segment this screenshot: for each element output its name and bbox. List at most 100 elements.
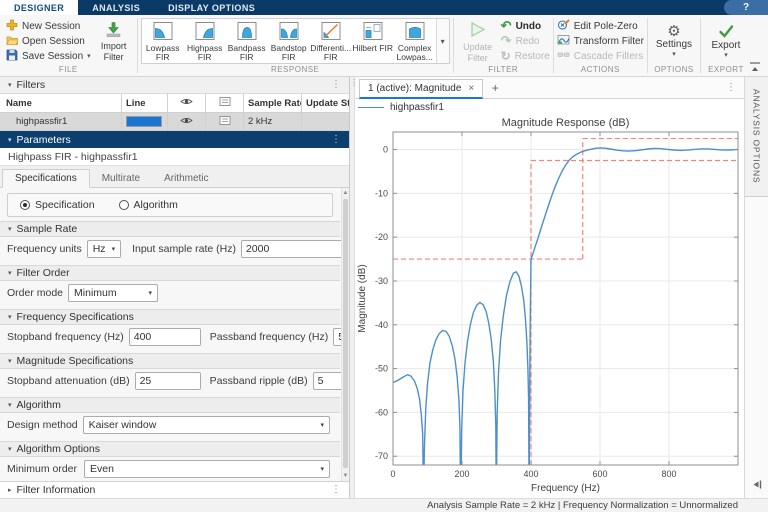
response-complex-button[interactable]: Complex Lowpas... [394,19,436,63]
stopband-frequency-label: Stopband frequency (Hz) [7,331,124,343]
response-bandpass-button[interactable]: Bandpass FIR [226,19,268,63]
export-group: Export ▾ EXPORT [701,15,751,76]
filter-line-cell[interactable] [122,113,168,130]
transform-filter-button[interactable]: Transform Filter [557,34,644,49]
eye-icon[interactable] [180,116,193,128]
response-hilbert-button[interactable]: Hilbert FIR [352,19,394,63]
response-lowpass-button[interactable]: Lowpass FIR [142,19,184,63]
toolstrip-tabbar: DESIGNER ANALYSIS DISPLAY OPTIONS ? [0,0,768,15]
frequency-specs-section-header[interactable]: ▾ Frequency Specifications [0,309,340,325]
settings-button[interactable]: ⚙ Settings ▾ [651,24,697,58]
lowpass-response-icon [153,21,173,44]
parameters-panel-header[interactable]: ▾ Parameters ⋮ [0,131,349,148]
filter-specmask-cell[interactable] [206,113,244,130]
filter-order-section-header[interactable]: ▾ Filter Order [0,265,340,281]
bandpass-response-icon [237,21,257,44]
import-filter-button[interactable]: Import Filter [94,21,134,62]
magnitude-specs-section-header[interactable]: ▾ Magnitude Specifications [0,353,340,369]
collapse-triangle-icon: ▾ [8,446,12,453]
filter-row-highpassfir1[interactable]: highpassfir1 2 kHz [0,113,349,131]
open-session-button[interactable]: Open Session [3,34,94,49]
close-tab-icon[interactable]: × [468,83,474,94]
left-panel: ▾ Filters ⋮ Name Line Sample Rate Update… [0,77,350,498]
magnitude-figure-tab[interactable]: 1 (active): Magnitude × [359,79,484,99]
design-method-dropdown[interactable]: Kaiser window ▾ [82,416,330,434]
response-gallery: Lowpass FIR Highpass FIR Bandpass FIR Bandstop… [140,18,450,64]
input-sample-rate-label: Input sample rate (Hz) [132,243,236,255]
minimum-order-dropdown[interactable]: Even ▾ [84,460,330,478]
tab-multirate[interactable]: Multirate [90,170,152,187]
edit-pole-zero-label: Edit Pole-Zero [573,20,638,32]
help-icon: ? [742,2,750,13]
restore-button[interactable]: ↻ Restore [501,49,550,64]
scrollbar-thumb[interactable] [343,199,348,468]
passband-ripple-label: Passband ripple (dB) [209,375,308,387]
collapse-triangle-icon: ▾ [8,358,12,365]
update-filter-label2: Filter [467,52,488,63]
filter-information-menu-icon[interactable]: ⋮ [331,485,341,495]
tab-analysis[interactable]: ANALYSIS [78,0,154,15]
algorithm-row: Design method Kaiser window ▾ [0,413,340,437]
sample-rate-section-header[interactable]: ▾ Sample Rate [0,221,340,237]
export-button[interactable]: Export ▾ [704,24,748,59]
algorithm-section-header[interactable]: ▾ Algorithm [0,397,340,413]
response-differentiator-button[interactable]: Differenti... FIR [310,19,352,63]
scroll-down-icon[interactable]: ▼ [342,473,349,479]
column-visibility [168,94,206,113]
cascade-filters-button[interactable]: Cascade Filters [557,49,644,64]
stopband-attenuation-field[interactable] [134,372,201,390]
filter-information-header[interactable]: ▸ Filter Information ⋮ [0,481,349,498]
parameters-menu-icon[interactable]: ⋮ [331,134,341,145]
restore-icon: ↻ [500,49,511,63]
stopband-frequency-field[interactable] [128,328,201,346]
spec-mask-icon[interactable] [219,115,231,129]
transform-filter-label: Transform Filter [573,35,644,47]
frequency-units-dropdown[interactable]: Hz ▾ [86,240,122,258]
expand-panel-button[interactable] [745,477,768,495]
tab-specifications[interactable]: Specifications [2,169,90,188]
save-session-dropdown-icon[interactable]: ▾ [87,53,91,60]
response-gallery-dropdown[interactable]: ▾ [435,19,449,63]
analysis-options-tab[interactable]: ANALYSIS OPTIONS [745,77,768,197]
edit-pole-zero-button[interactable]: Edit Pole-Zero [557,19,644,34]
save-session-button[interactable]: Save Session ▾ [3,49,94,64]
svg-text:-60: -60 [375,407,388,417]
tab-arithmetic[interactable]: Arithmetic [152,170,220,187]
algorithm-options-section-header[interactable]: ▾ Algorithm Options [0,441,340,457]
order-mode-dropdown[interactable]: Minimum ▾ [68,284,159,302]
parameters-subtitle: Highpass FIR - highpassfir1 [0,148,349,166]
radio-selected-icon [20,200,30,210]
magnitude-response-chart: 0 200 400 600 800 0 -10 -20 -30 -40 -50 -60 -70 Magni… [355,115,744,498]
settings-dropdown-icon: ▾ [672,51,676,58]
undo-label: Undo [515,20,542,32]
svg-text:-10: -10 [375,188,388,198]
filters-menu-icon[interactable]: ⋮ [331,80,341,90]
line-color-swatch[interactable] [126,116,162,127]
save-session-label: Save Session [22,50,84,62]
help-button[interactable]: ? [724,0,768,15]
scroll-up-icon[interactable]: ▲ [342,190,349,196]
collapse-ribbon-button[interactable] [748,60,762,72]
svg-text:0: 0 [390,469,395,479]
specification-radio[interactable]: Specification [20,199,95,211]
undo-button[interactable]: ↶ Undo [501,19,550,34]
svg-text:400: 400 [523,469,538,479]
actions-group-label: ACTIONS [580,65,620,74]
redo-button[interactable]: ↷ Redo [501,34,550,49]
tab-display-options[interactable]: DISPLAY OPTIONS [154,0,269,15]
tab-designer[interactable]: DESIGNER [0,0,79,15]
new-session-button[interactable]: New Session [3,19,94,34]
file-group-label: FILE [58,65,78,74]
new-figure-tab-button[interactable]: + [483,81,507,98]
restore-label: Restore [514,50,550,62]
response-bandstop-button[interactable]: Bandstop FIR [268,19,310,63]
response-highpass-button[interactable]: Highpass FIR [184,19,226,63]
algorithm-radio[interactable]: Algorithm [118,199,178,211]
figure-menu-icon[interactable]: ⋮ [726,83,736,93]
update-filter-button[interactable]: Update Filter [457,20,499,63]
spec-mask-icon [219,96,231,110]
parameters-scrollbar[interactable]: ▲ ▼ [341,188,349,481]
input-sample-rate-field[interactable] [240,240,349,258]
filters-panel-header[interactable]: ▾ Filters ⋮ [0,77,349,94]
filter-visibility-cell[interactable] [168,113,206,130]
